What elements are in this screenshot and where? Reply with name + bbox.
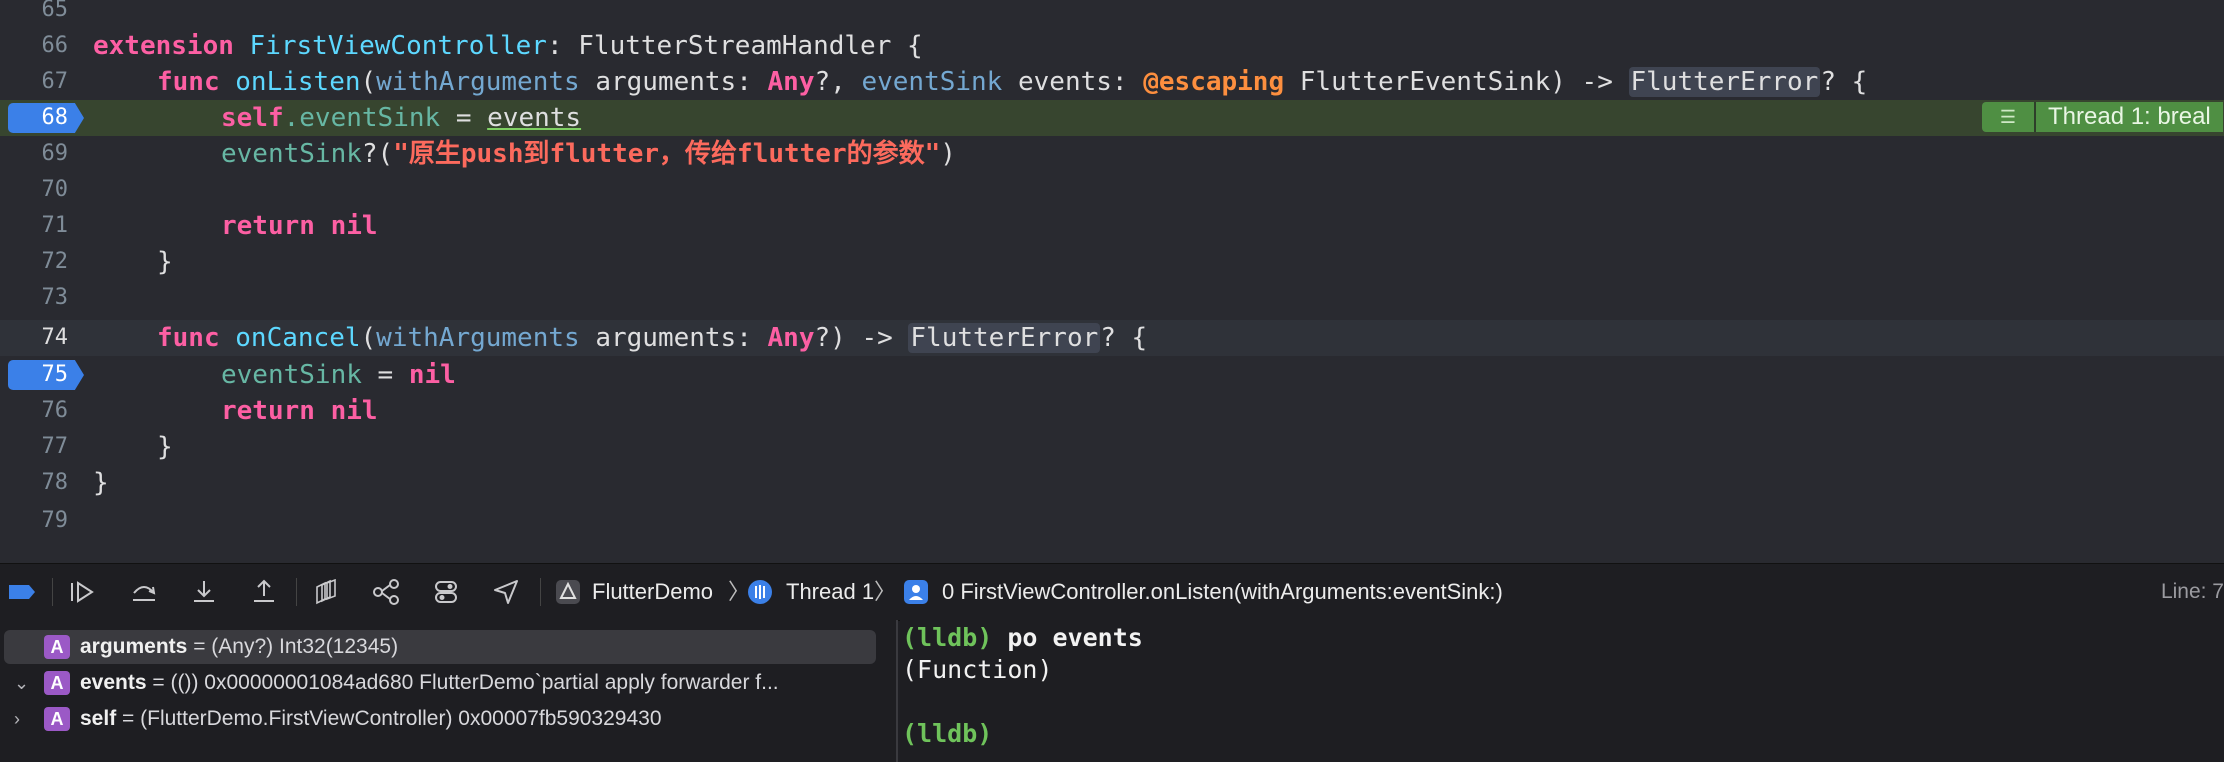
thread-stop-badge[interactable]: ☰ Thread 1: breal bbox=[1982, 102, 2223, 132]
line-number: 70 bbox=[41, 177, 69, 202]
argument-badge-icon: A bbox=[44, 635, 70, 659]
code-line[interactable]: 66 extension FirstViewController: Flutte… bbox=[0, 28, 2224, 64]
console-line: (Function) bbox=[902, 655, 1053, 684]
code-text: } bbox=[157, 247, 173, 277]
chevron-right-icon: 〉 bbox=[874, 579, 897, 604]
line-number: 72 bbox=[41, 249, 69, 274]
code-text: func onListen(withArguments arguments: A… bbox=[157, 67, 1868, 97]
breadcrumb-frame[interactable]: 0 FirstViewController.onListen(withArgum… bbox=[942, 564, 1503, 620]
console-prompt[interactable]: (lldb) bbox=[902, 718, 992, 750]
argument-badge-icon: A bbox=[44, 707, 70, 731]
environment-overrides-icon[interactable] bbox=[430, 576, 462, 608]
flutter-error-type: FlutterError bbox=[908, 323, 1101, 353]
variable-row[interactable]: A arguments = (Any?) Int32(12345) bbox=[4, 630, 876, 664]
stack-frame-icon bbox=[904, 580, 928, 604]
chevron-right-icon: 〉 bbox=[728, 579, 751, 604]
line-number: 66 bbox=[41, 33, 69, 58]
code-line[interactable]: 69 eventSink?("原生push到flutter，传给flutter的… bbox=[0, 136, 2224, 172]
line-number: 65 bbox=[41, 0, 69, 22]
step-into-icon[interactable] bbox=[188, 576, 220, 608]
code-line[interactable]: 76 return nil bbox=[0, 393, 2224, 429]
code-line[interactable]: 73 bbox=[0, 280, 2224, 316]
breakpoints-toggle-icon[interactable] bbox=[6, 576, 38, 608]
code-line[interactable]: 77 } bbox=[0, 429, 2224, 465]
line-number: 76 bbox=[41, 398, 69, 423]
console-line: (lldb) po events bbox=[902, 623, 1143, 652]
pane-divider[interactable] bbox=[896, 620, 898, 762]
app-target-icon bbox=[556, 580, 580, 604]
code-text: extension FirstViewController: FlutterSt… bbox=[93, 31, 923, 61]
code-text: eventSink?("原生push到flutter，传给flutter的参数"… bbox=[221, 139, 956, 169]
code-text: return nil bbox=[221, 396, 378, 426]
chevron-right-icon[interactable]: › bbox=[14, 702, 34, 736]
code-line-stopped[interactable]: 68 self.eventSink = events ☰ Thread 1: b… bbox=[0, 100, 2224, 136]
breadcrumb-thread[interactable]: Thread 1 bbox=[786, 564, 874, 620]
code-line[interactable]: 67 func onListen(withArguments arguments… bbox=[0, 64, 2224, 100]
breadcrumb-app[interactable]: FlutterDemo bbox=[592, 564, 713, 620]
divider bbox=[52, 578, 53, 606]
line-number: 75 bbox=[41, 362, 69, 387]
variable-name: self bbox=[80, 707, 117, 730]
code-text: func onCancel(withArguments arguments: A… bbox=[157, 323, 1148, 353]
chevron-down-icon[interactable]: ⌄ bbox=[14, 666, 34, 700]
line-number: 78 bbox=[41, 470, 69, 495]
code-text: self.eventSink = events bbox=[221, 103, 582, 133]
code-line[interactable]: 65 bbox=[0, 0, 2224, 28]
code-line[interactable]: 75 eventSink = nil bbox=[0, 357, 2224, 393]
variable-value: = (FlutterDemo.FirstViewController) 0x00… bbox=[122, 707, 662, 730]
code-text: return nil bbox=[221, 211, 378, 241]
code-text: } bbox=[157, 432, 173, 462]
code-line-current[interactable]: 74 func onCancel(withArguments arguments… bbox=[0, 320, 2224, 356]
lldb-console[interactable]: (lldb) po events (Function) (lldb) bbox=[900, 620, 2224, 762]
list-icon: ☰ bbox=[1982, 102, 2036, 132]
code-line[interactable]: 70 bbox=[0, 172, 2224, 208]
continue-icon[interactable] bbox=[66, 576, 98, 608]
line-number: 79 bbox=[41, 508, 69, 533]
code-line[interactable]: 79 bbox=[0, 503, 2224, 539]
variable-row[interactable]: › A self = (FlutterDemo.FirstViewControl… bbox=[4, 702, 876, 736]
source-editor[interactable]: 65 66 extension FirstViewController: Flu… bbox=[0, 0, 2224, 563]
divider bbox=[296, 578, 297, 606]
variable-name: events bbox=[80, 671, 147, 694]
code-text: eventSink = nil bbox=[221, 360, 456, 390]
variable-value: = (()) 0x00000001084ad680 FlutterDemo`pa… bbox=[152, 671, 779, 694]
debug-bar: FlutterDemo 〉 Thread 1 〉 0 FirstViewCont… bbox=[0, 563, 2224, 621]
step-out-icon[interactable] bbox=[248, 576, 280, 608]
location-icon[interactable] bbox=[490, 576, 522, 608]
thread-icon bbox=[748, 580, 772, 604]
divider bbox=[540, 578, 541, 606]
flutter-error-type: FlutterError bbox=[1628, 67, 1821, 97]
variable-row[interactable]: ⌄ A events = (()) 0x00000001084ad680 Flu… bbox=[4, 666, 876, 700]
line-number: 67 bbox=[41, 69, 69, 94]
code-line[interactable]: 78 } bbox=[0, 465, 2224, 501]
line-number: 73 bbox=[41, 285, 69, 310]
line-indicator: Line: 7 bbox=[2160, 580, 2224, 603]
code-text: } bbox=[93, 468, 109, 498]
view-hierarchy-icon[interactable] bbox=[310, 576, 342, 608]
line-number: 69 bbox=[41, 141, 69, 166]
memory-graph-icon[interactable] bbox=[370, 576, 402, 608]
step-over-icon[interactable] bbox=[128, 576, 160, 608]
code-line[interactable]: 71 return nil bbox=[0, 208, 2224, 244]
line-number: 74 bbox=[41, 325, 69, 350]
line-number: 68 bbox=[41, 105, 69, 130]
variable-name: arguments bbox=[80, 635, 188, 658]
variables-view[interactable]: A arguments = (Any?) Int32(12345) ⌄ A ev… bbox=[0, 620, 896, 762]
argument-badge-icon: A bbox=[44, 671, 70, 695]
line-number: 77 bbox=[41, 434, 69, 459]
variable-value: = (Any?) Int32(12345) bbox=[193, 635, 399, 658]
code-line[interactable]: 72 } bbox=[0, 244, 2224, 280]
line-number: 71 bbox=[41, 213, 69, 238]
